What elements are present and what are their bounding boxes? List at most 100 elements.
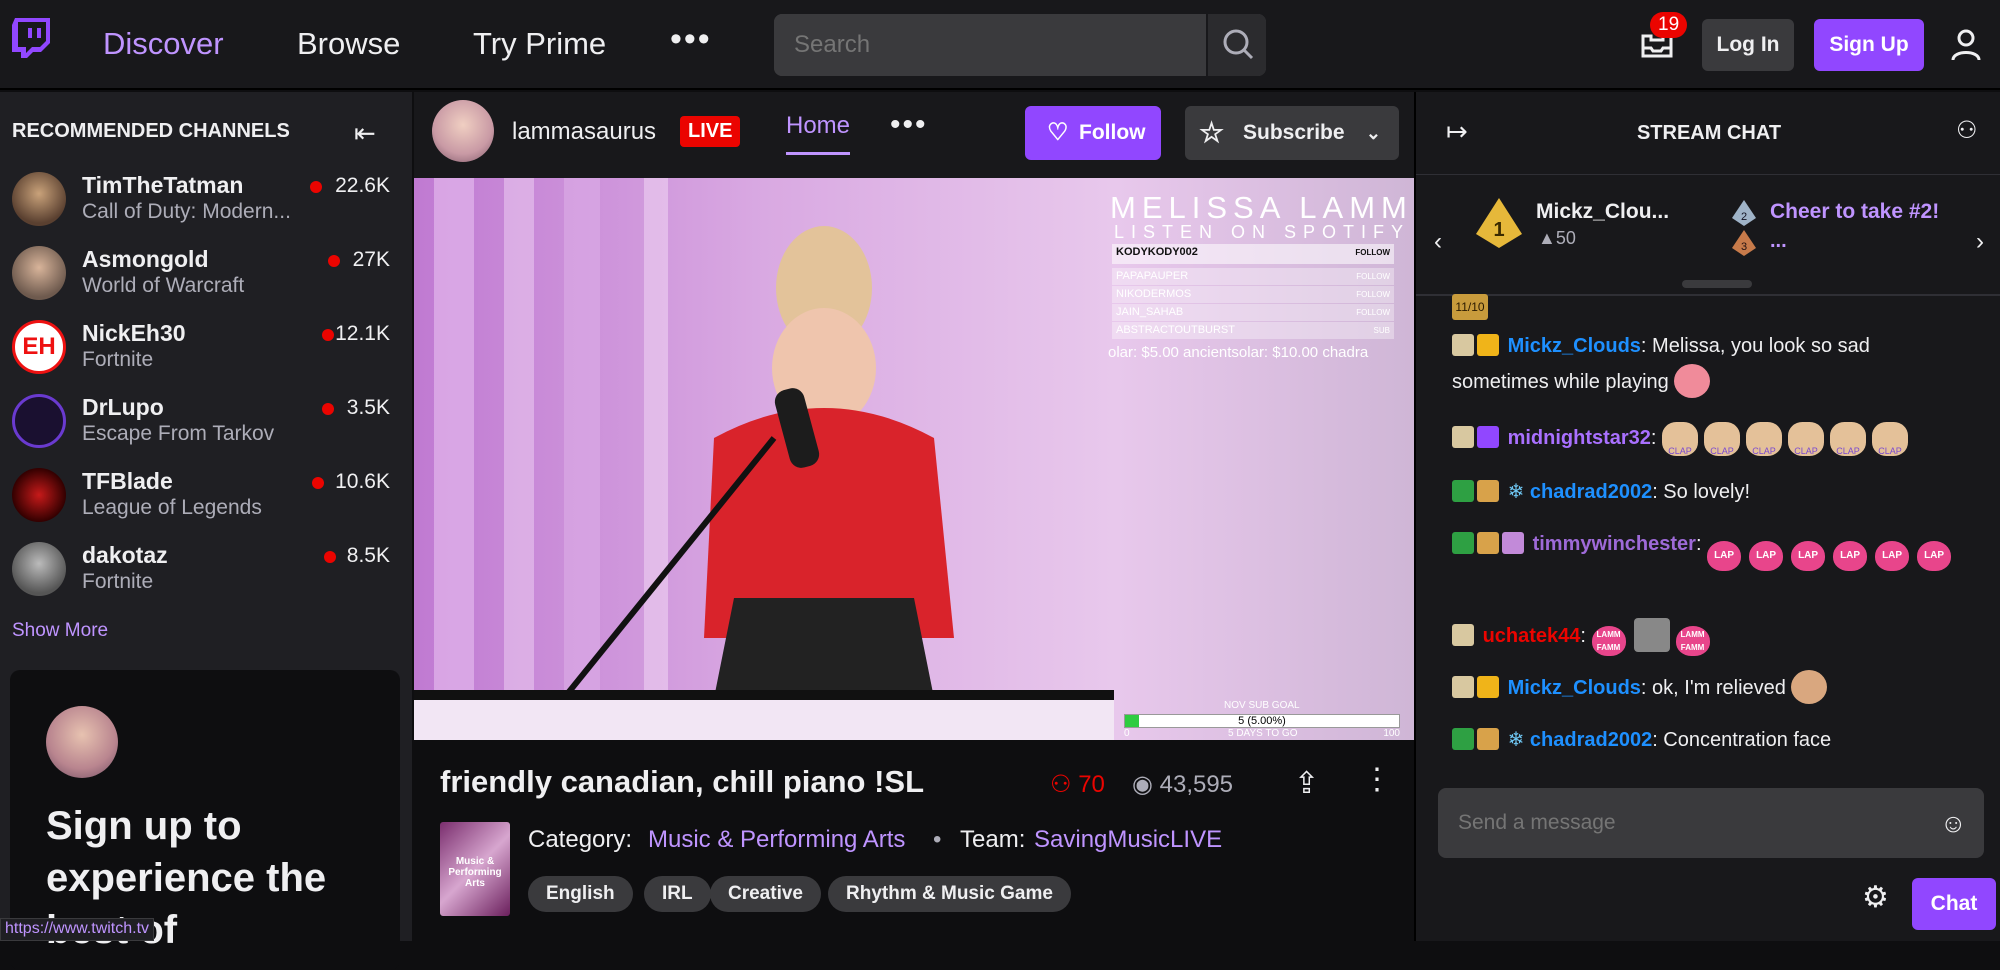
sidebar-channel-timthetatman[interactable]: TimTheTatman Call of Duty: Modern... 22.… [0, 164, 412, 238]
sidebar-channel-drlupo[interactable]: DrLupo Escape From Tarkov 3.5K [0, 386, 412, 460]
nav-discover[interactable]: Discover [103, 26, 224, 62]
goal-days: 5 DAYS TO GO [1228, 728, 1298, 739]
chat-username[interactable]: Mickz_Clouds [1508, 677, 1641, 699]
moderator-badge-icon [1452, 480, 1474, 502]
twitch-logo-icon[interactable] [12, 18, 50, 58]
search-input[interactable] [774, 14, 1266, 76]
live-dot-icon [322, 403, 334, 415]
chat-title: STREAM CHAT [1636, 122, 1782, 144]
goal-progress-bar: 5 (5.00%) [1124, 714, 1400, 728]
tag-creative[interactable]: Creative [710, 876, 821, 912]
separator-dot: • [933, 826, 942, 853]
nav-browse[interactable]: Browse [297, 26, 400, 62]
live-dot-icon [310, 181, 322, 193]
streamer-avatar[interactable] [432, 100, 494, 162]
viewer-count: 70 [1078, 771, 1105, 798]
sidebar-channel-tfblade[interactable]: TFBlade League of Legends 10.6K [0, 460, 412, 534]
follower-name: ABSTRACTOUTBURST [1116, 324, 1235, 336]
login-button[interactable]: Log In [1702, 19, 1794, 71]
subscribe-button[interactable]: ☆ Subscribe ⌄ [1185, 106, 1399, 160]
cheer-more: ... [1770, 230, 1787, 252]
total-views: ◉ 43,595 [1132, 770, 1233, 799]
heart-icon: ♡ [1047, 119, 1069, 146]
avatar [46, 706, 118, 778]
chat-username[interactable]: Mickz_Clouds [1508, 335, 1641, 357]
sidebar-title: RECOMMENDED CHANNELS [12, 120, 290, 142]
channel-more-icon[interactable]: ••• [890, 108, 928, 142]
streamer-name[interactable]: lammasaurus [512, 118, 656, 146]
chat-message: uchatek44: LAMM FAMM LAMM FAMM [1452, 618, 1972, 656]
chat-badge-icon [1477, 728, 1499, 750]
overlay-follower-row: NIKODERMOS FOLLOW [1112, 286, 1394, 303]
category-link[interactable]: Music & Performing Arts [648, 826, 905, 854]
channel-game: Call of Duty: Modern... [82, 200, 291, 223]
overlay-follower-row: ABSTRACTOUTBURST SUB [1112, 322, 1394, 339]
sidebar-channel-nickeh30[interactable]: EH NickEh30 Fortnite 12.1K [0, 312, 412, 386]
heart-emote-icon: LAP [1917, 541, 1952, 571]
chat-send-button[interactable]: Chat [1912, 878, 1996, 930]
chat-settings-gear-icon[interactable]: ⚙ [1862, 880, 1889, 915]
follow-button[interactable]: ♡ Follow [1025, 106, 1161, 160]
leader-name[interactable]: Mickz_Clou... [1536, 200, 1669, 224]
team-link[interactable]: SavingMusicLIVE [1034, 826, 1222, 854]
sidebar-channel-asmongold[interactable]: Asmongold World of Warcraft 27K [0, 238, 412, 312]
signup-button[interactable]: Sign Up [1814, 19, 1924, 71]
clap-emote-icon: CLAP [1872, 422, 1909, 456]
collapse-sidebar-icon[interactable]: ⇤ [354, 118, 376, 149]
follower-tag: FOLLOW [1355, 248, 1390, 257]
chat-username[interactable]: uchatek44 [1483, 625, 1581, 647]
chat-username[interactable]: chadrad2002 [1530, 481, 1652, 503]
cheer-prompt[interactable]: Cheer to take #2! [1770, 200, 1939, 224]
avatar [12, 394, 66, 448]
share-icon[interactable]: ⇪ [1294, 766, 1319, 801]
chat-username[interactable]: chadrad2002 [1530, 729, 1652, 751]
leader-score: ▲50 [1538, 228, 1576, 248]
rank-2-number: 2 [1741, 211, 1747, 223]
channel-name: NickEh30 [82, 320, 186, 346]
tab-home[interactable]: Home [786, 112, 851, 155]
follower-tag: FOLLOW [1356, 272, 1390, 281]
search-button[interactable] [1206, 14, 1266, 76]
nav-try-prime[interactable]: Try Prime [473, 26, 606, 62]
chat-message: Mickz_Clouds: Melissa, you look so sad s… [1452, 328, 1972, 400]
leaderboard-prev-icon[interactable]: ‹ [1434, 228, 1442, 256]
top-nav-bar: Discover Browse Try Prime ••• 19 Log In … [0, 0, 2000, 90]
tag-rhythm-music-game[interactable]: Rhythm & Music Game [828, 876, 1071, 912]
chat-message-list[interactable]: 11/10 Mickz_Clouds: Melissa, you look so… [1416, 294, 2000, 778]
tag-irl[interactable]: IRL [644, 876, 711, 912]
divider [1416, 174, 2000, 175]
heart-emote-icon: LAP [1749, 541, 1784, 571]
chat-badge-icon [1452, 676, 1474, 698]
sidebar-channel-dakotaz[interactable]: dakotaz Fortnite 8.5K [0, 534, 412, 608]
live-dot-icon [324, 551, 336, 563]
more-menu-icon[interactable]: ••• [670, 20, 712, 59]
leaderboard-drag-handle[interactable] [1682, 280, 1752, 288]
show-more-link[interactable]: Show More [12, 620, 108, 642]
follower-name: PAPAPAUPER [1116, 270, 1189, 282]
moderator-badge-icon [1452, 532, 1474, 554]
gift-badge-icon [1477, 676, 1499, 698]
overlay-follower-row: JAIN_SAHAB FOLLOW [1112, 304, 1394, 321]
tag-english[interactable]: English [528, 876, 633, 912]
chat-username[interactable]: timmywinchester [1533, 533, 1696, 555]
live-dot-icon [312, 477, 324, 489]
chat-username[interactable]: midnightstar32 [1508, 427, 1651, 449]
video-player[interactable]: MELISSA LAMM LISTEN ON SPOTIFY KODYKODY0… [414, 178, 1414, 740]
emote-picker-icon[interactable]: ☺ [1940, 808, 1967, 839]
more-options-icon[interactable]: ⋮ [1362, 762, 1392, 797]
overlay-title: MELISSA LAMM [1110, 190, 1413, 225]
chat-message-input[interactable] [1438, 788, 1984, 858]
chat-users-icon[interactable]: ⚇ [1956, 116, 1978, 145]
chat-text: : [1695, 533, 1702, 555]
category-label: Category: [528, 826, 633, 853]
overlay-follower-row: PAPAPAUPER FOLLOW [1112, 268, 1394, 285]
clap-emote-icon: CLAP [1704, 422, 1741, 456]
user-icon[interactable] [1950, 28, 1982, 62]
channel-game: Fortnite [82, 348, 154, 371]
avatar [12, 542, 66, 596]
viewer-count: 27K [352, 248, 390, 271]
goal-max: 100 [1383, 728, 1400, 739]
channel-name: DrLupo [82, 394, 164, 420]
category-box-art[interactable]: Music & Performing Arts [440, 822, 510, 916]
leaderboard-next-icon[interactable]: › [1976, 228, 1984, 256]
